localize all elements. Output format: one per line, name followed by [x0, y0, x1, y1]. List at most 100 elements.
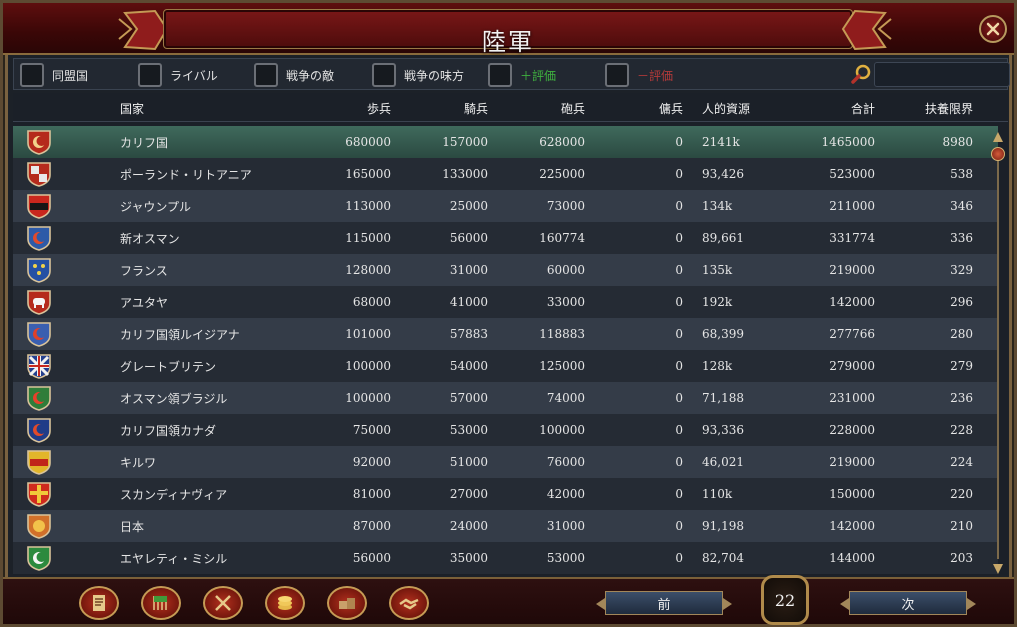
table-row[interactable]: ジャウンプル 113000 25000 73000 0 134k 211000 346	[13, 190, 998, 222]
row-cavalry: 51000	[449, 455, 488, 469]
flags-icon	[153, 596, 167, 610]
filter-allies[interactable]: 同盟国	[20, 62, 88, 88]
row-mercenaries: 0	[675, 391, 683, 405]
filter-war-allies-checkbox[interactable]	[372, 63, 396, 87]
header-infantry[interactable]: 歩兵	[291, 96, 391, 121]
country-shield-icon[interactable]	[26, 417, 52, 443]
row-infantry: 56000	[352, 551, 391, 565]
row-mercenaries: 0	[675, 199, 683, 213]
table-row[interactable]: カリフ国 680000 157000 628000 0 2141k 1465000 8980	[13, 126, 998, 158]
row-mercenaries: 0	[675, 423, 683, 437]
row-infantry: 113000	[345, 199, 391, 213]
country-shield-icon[interactable]	[26, 545, 52, 571]
close-button[interactable]	[979, 15, 1007, 43]
search-input[interactable]	[874, 62, 1010, 87]
table-row[interactable]: 新オスマン 115000 56000 160774 0 89,661 331774 336	[13, 222, 998, 254]
country-shield-icon[interactable]	[26, 449, 52, 475]
prev-page-button[interactable]: 前	[596, 591, 732, 615]
country-shield-icon[interactable]	[26, 225, 52, 251]
table-row[interactable]: フランス 128000 31000 60000 0 135k 219000 329	[13, 254, 998, 286]
row-total: 142000	[829, 295, 875, 309]
row-mercenaries: 0	[675, 487, 683, 501]
coins-button[interactable]	[265, 586, 305, 620]
row-infantry: 81000	[352, 487, 391, 501]
row-total: 228000	[829, 423, 875, 437]
row-mercenaries: 0	[675, 327, 683, 341]
header-cavalry[interactable]: 騎兵	[388, 96, 488, 121]
filter-positive-opinion[interactable]: ＋評価	[488, 62, 556, 88]
filter-positive-opinion-label: ＋評価	[520, 68, 557, 83]
table-row[interactable]: グレートブリテン 100000 54000 125000 0 128k 279000 279	[13, 350, 998, 382]
handshake-button[interactable]	[389, 586, 429, 620]
table-body: カリフ国 680000 157000 628000 0 2141k 1465000 8980 ポ…	[13, 126, 998, 574]
filter-positive-opinion-checkbox[interactable]	[488, 63, 512, 87]
flags-button[interactable]	[141, 586, 181, 620]
filter-rivals-checkbox[interactable]	[138, 63, 162, 87]
filter-war-enemies-checkbox[interactable]	[254, 63, 278, 87]
row-total: 277766	[829, 327, 875, 341]
table-row[interactable]: ポーランド・リトアニア 165000 133000 225000 0 93,426 5230…	[13, 158, 998, 190]
table-row[interactable]: オスマン領ブラジル 100000 57000 74000 0 71,188 231000 23…	[13, 382, 998, 414]
crossed-swords-button[interactable]	[203, 586, 243, 620]
header-force-limit[interactable]: 扶養限界	[873, 96, 973, 121]
row-country: スカンディナヴィア	[120, 487, 228, 502]
row-force-limit: 236	[950, 391, 973, 405]
table-row[interactable]: アユタヤ 68000 41000 33000 0 192k 142000 296	[13, 286, 998, 318]
table-row[interactable]: 日本 87000 24000 31000 0 91,198 142000 210	[13, 510, 998, 542]
scroll-track[interactable]	[997, 149, 999, 559]
row-country: カリフ国領カナダ	[120, 423, 217, 438]
filter-negative-opinion[interactable]: －評価	[605, 62, 673, 88]
row-cavalry: 54000	[449, 359, 488, 373]
table-scrollbar[interactable]	[990, 131, 1006, 579]
country-shield-icon[interactable]	[26, 353, 52, 379]
row-force-limit: 210	[950, 519, 973, 533]
country-shield-icon[interactable]	[26, 289, 52, 315]
row-mercenaries: 0	[675, 359, 683, 373]
next-page-button[interactable]: 次	[840, 591, 976, 615]
row-total: 331774	[829, 231, 875, 245]
scroll-down-arrow-icon[interactable]	[992, 563, 1004, 575]
table-row[interactable]: カリフ国領ルイジアナ 101000 57883 118883 0 68,399 277766…	[13, 318, 998, 350]
row-cavalry: 25000	[449, 199, 488, 213]
table-row[interactable]: スカンディナヴィア 81000 27000 42000 0 110k 150000 220	[13, 478, 998, 510]
table-row[interactable]: キルワ 92000 51000 76000 0 46,021 219000 224	[13, 446, 998, 478]
country-shield-icon[interactable]	[26, 385, 52, 411]
row-total: 211000	[829, 199, 875, 213]
country-shield-icon[interactable]	[26, 321, 52, 347]
search-icon[interactable]	[850, 63, 872, 85]
row-country: 新オスマン	[120, 231, 180, 246]
country-shield-icon[interactable]	[26, 481, 52, 507]
scroll-thumb[interactable]	[991, 147, 1005, 161]
army-ledger-window: 陸軍 同盟国 ライバル 戦争の敵 戦争の味方 ＋評価 －評価 国家 歩兵 騎兵 …	[0, 0, 1017, 627]
country-shield-icon[interactable]	[26, 257, 52, 283]
header-mercenaries[interactable]: 傭兵	[583, 96, 683, 121]
filter-rivals[interactable]: ライバル	[138, 62, 218, 88]
row-cavalry: 56000	[449, 231, 488, 245]
header-country[interactable]: 国家	[120, 96, 320, 121]
row-artillery: 42000	[546, 487, 585, 501]
filter-war-allies[interactable]: 戦争の味方	[372, 62, 464, 88]
country-shield-icon[interactable]	[26, 513, 52, 539]
row-country: フランス	[120, 263, 168, 278]
scroll-up-arrow-icon[interactable]	[992, 131, 1004, 143]
ribbon-right-decoration	[841, 9, 892, 51]
ledger-button[interactable]	[79, 586, 119, 620]
row-artillery: 225000	[539, 167, 585, 181]
row-force-limit: 203	[950, 551, 973, 565]
row-country: カリフ国領ルイジアナ	[120, 327, 240, 342]
table-row[interactable]: エヤレティ・ミシル 56000 35000 53000 0 82,704 144000 203	[13, 542, 998, 574]
filter-negative-opinion-checkbox[interactable]	[605, 63, 629, 87]
header-artillery[interactable]: 砲兵	[485, 96, 585, 121]
filter-allies-label: 同盟国	[52, 68, 89, 83]
country-shield-icon[interactable]	[26, 161, 52, 187]
header-total[interactable]: 合計	[775, 96, 875, 121]
filter-war-enemies[interactable]: 戦争の敵	[254, 62, 334, 88]
coins-icon	[278, 596, 292, 610]
country-shield-icon[interactable]	[26, 193, 52, 219]
filter-allies-checkbox[interactable]	[20, 63, 44, 87]
country-shield-icon[interactable]	[26, 129, 52, 155]
row-total: 150000	[829, 487, 875, 501]
crates-button[interactable]	[327, 586, 367, 620]
row-force-limit: 228	[950, 423, 973, 437]
table-row[interactable]: カリフ国領カナダ 75000 53000 100000 0 93,336 228000 228	[13, 414, 998, 446]
